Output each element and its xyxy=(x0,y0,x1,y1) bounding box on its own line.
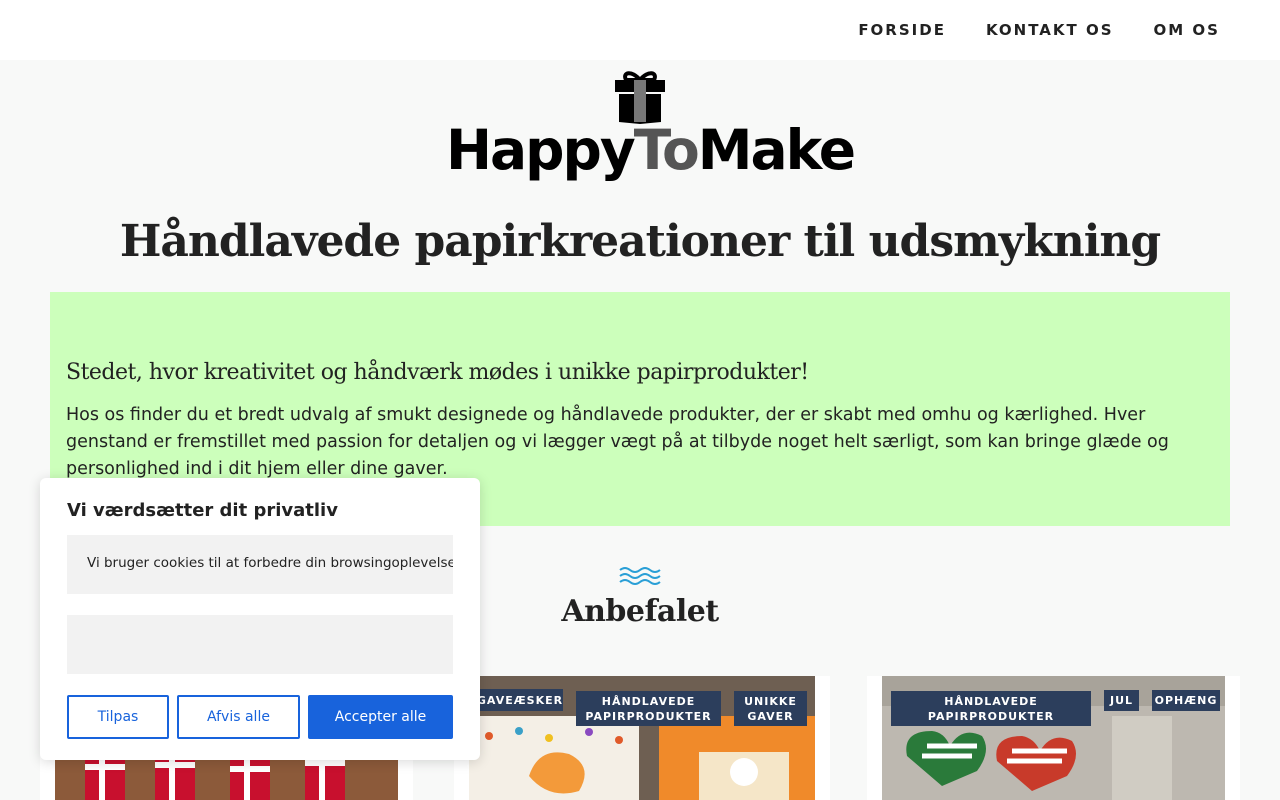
accept-all-button[interactable]: Accepter alle xyxy=(308,695,453,739)
cookie-preferences-area xyxy=(67,615,453,674)
site-title: Håndlavede papirkreationer til udsmyknin… xyxy=(119,216,1161,267)
nav-link-kontakt-os[interactable]: KONTAKT OS xyxy=(986,21,1114,39)
logo-part-happy: Happy xyxy=(446,118,636,182)
tag-jul[interactable]: JUL xyxy=(1104,690,1139,711)
waves-icon xyxy=(619,567,661,585)
tag-ophaeng[interactable]: OPHÆNG xyxy=(1152,690,1220,711)
tag-haandlavede-papirprodukter[interactable]: HÅNDLAVEDE PAPIRPRODUKTER xyxy=(891,691,1091,726)
main-nav: FORSIDE KONTAKT OS OM OS xyxy=(818,0,1220,60)
cookie-title: Vi værdsætter dit privatliv xyxy=(67,500,338,521)
cookie-message: Vi bruger cookies til at forbedre din br… xyxy=(67,535,453,594)
logo-wordmark: HappyToMake xyxy=(446,118,856,182)
logo-part-to: To xyxy=(633,118,700,182)
logo-part-make: Make xyxy=(697,118,856,182)
cookie-consent-banner: Vi værdsætter dit privatliv Vi bruger co… xyxy=(40,478,480,760)
top-navbar: FORSIDE KONTAKT OS OM OS xyxy=(0,0,1280,60)
product-card-3[interactable]: HÅNDLAVEDE PAPIRPRODUKTER JUL OPHÆNG xyxy=(867,676,1240,800)
gift-icon xyxy=(615,71,665,124)
tag-gaveaesker[interactable]: GAVEÆSKER xyxy=(477,689,563,711)
customize-button[interactable]: Tilpas xyxy=(67,695,169,739)
reject-all-button[interactable]: Afvis alle xyxy=(177,695,300,739)
nav-link-forside[interactable]: FORSIDE xyxy=(858,21,946,39)
product-card-2[interactable]: GAVEÆSKER HÅNDLAVEDE PAPIRPRODUKTER UNIK… xyxy=(454,676,830,800)
hero-heading: Stedet, hvor kreativitet og håndværk mød… xyxy=(66,360,809,385)
nav-link-om-os[interactable]: OM OS xyxy=(1154,21,1220,39)
hero-body: Hos os finder du et bredt udvalg af smuk… xyxy=(66,405,1169,479)
tag-unikke-gaver[interactable]: UNIKKE GAVER xyxy=(734,691,807,726)
tag-haandlavede-papirprodukter[interactable]: HÅNDLAVEDE PAPIRPRODUKTER xyxy=(576,691,721,726)
site-logo[interactable]: HappyToMake xyxy=(446,70,856,185)
